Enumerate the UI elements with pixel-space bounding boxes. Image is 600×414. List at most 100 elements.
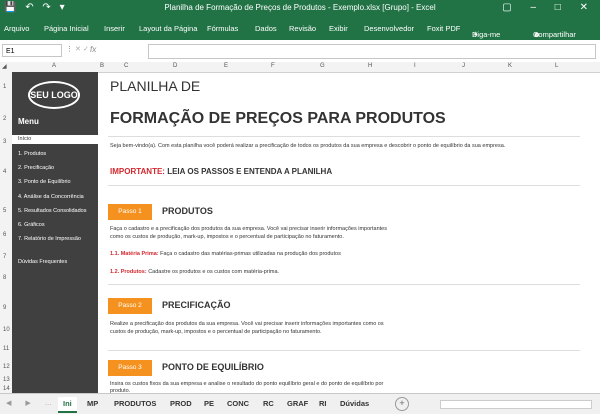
select-all-corner[interactable]: ◢ (2, 63, 7, 70)
column-header[interactable]: E (224, 63, 228, 69)
step-1-heading: PRODUTOS (162, 206, 213, 216)
sheet-tab-conc[interactable]: CONC (227, 397, 249, 411)
divider (108, 185, 580, 186)
step-1-sub-produtos: 1.2. Produtos: Cadastre os produtos e os… (110, 269, 280, 275)
column-header[interactable]: G (320, 63, 325, 69)
tab-layout-da-pagina[interactable]: Layout da Página (139, 24, 197, 33)
sheet-tab-graf[interactable]: GRAF (287, 397, 308, 411)
step-2-heading: PRECIFICAÇÃO (162, 300, 231, 310)
tab-revisao[interactable]: Revisão (289, 24, 316, 33)
divider (108, 284, 580, 285)
column-header[interactable]: A (52, 63, 56, 69)
sheet-tab-duvidas[interactable]: Dúvidas (340, 397, 369, 411)
horizontal-scrollbar[interactable] (440, 400, 592, 409)
row-header[interactable]: 1 (3, 84, 6, 90)
menu-item-duvidas-frequentes[interactable]: Dúvidas Frequentes (18, 259, 67, 265)
column-header[interactable]: K (508, 63, 512, 69)
column-header[interactable]: I (414, 63, 416, 69)
row-header[interactable]: 6 (3, 232, 6, 238)
row-header[interactable]: 7 (3, 254, 6, 260)
step-3-desc: Insira os custos fixos da sua empresa e … (110, 381, 384, 387)
column-header[interactable]: L (555, 63, 558, 69)
window-controls: ▢ – □ ✕ (502, 2, 596, 13)
company-logo: SEU LOGO (28, 81, 80, 109)
tab-desenvolvedor[interactable]: Desenvolvedor (364, 24, 414, 33)
enter-icon[interactable]: ✓ (83, 45, 89, 53)
column-header[interactable]: F (271, 63, 275, 69)
ribbon-tabs: Arquivo Página Inicial Inserir Layout da… (0, 18, 600, 40)
menu-title: Menu (18, 117, 39, 126)
menu-item-resultados-consolidados[interactable]: 5. Resultados Consolidados (18, 208, 87, 214)
column-header[interactable]: D (173, 63, 177, 69)
tab-arquivo[interactable]: Arquivo (4, 24, 29, 33)
formula-input[interactable] (148, 44, 596, 59)
tab-pagina-inicial[interactable]: Página Inicial (44, 24, 89, 33)
tab-inserir[interactable]: Inserir (104, 24, 125, 33)
row-header[interactable]: 12 (3, 364, 10, 370)
row-header[interactable]: 5 (3, 208, 6, 214)
name-box[interactable]: E1 (2, 44, 62, 57)
row-header[interactable]: 10 (3, 327, 10, 333)
row-header[interactable]: 8 (3, 275, 6, 281)
step-2-desc: Realize a precificação dos produtos da s… (110, 321, 384, 327)
menu-item-precificacao[interactable]: 2. Precificação (18, 165, 54, 171)
sheet-tab-produtos[interactable]: PRODUTOS (114, 397, 156, 411)
sheet-tab-rc[interactable]: RC (263, 397, 274, 411)
sheet-tabs-bar: ◀ ▶ … Ini MP PRODUTOS PROD PE CONC RC GR… (0, 393, 600, 414)
tab-foxit-pdf[interactable]: Foxit PDF (427, 24, 460, 33)
minimize-icon[interactable]: – (530, 2, 544, 13)
column-header[interactable]: C (124, 63, 128, 69)
step-3-heading: PONTO DE EQUILÍBRIO (162, 362, 264, 372)
welcome-text: Seja bem-vindo(a). Com esta planilha voc… (110, 143, 506, 149)
cancel-icon[interactable]: ✕ (75, 45, 81, 53)
step-3-badge: Passo 3 (108, 360, 152, 376)
sheet-tab-ini[interactable]: Ini (58, 397, 77, 413)
menu-item-analise-concorrencia[interactable]: 4. Análise da Concorrência (18, 194, 84, 200)
column-header[interactable]: B (100, 63, 104, 69)
page-title-line2: FORMAÇÃO DE PREÇOS PARA PRODUTOS (110, 110, 446, 127)
column-header[interactable]: H (368, 63, 372, 69)
row-header[interactable]: 14 (3, 386, 10, 392)
more-options-icon: ⋮ (66, 46, 73, 53)
close-icon[interactable]: ✕ (580, 2, 596, 13)
sheet-content: PLANILHA DE FORMAÇÃO DE PREÇOS PARA PROD… (98, 72, 600, 394)
row-header[interactable]: 11 (3, 346, 9, 352)
divider (108, 350, 580, 351)
insert-function-button[interactable]: fx (90, 45, 96, 54)
row-header[interactable]: 9 (3, 305, 6, 311)
row-header[interactable]: 2 (3, 116, 6, 122)
step-2-badge: Passo 2 (108, 298, 152, 314)
row-header[interactable]: 3 (3, 139, 6, 145)
step-1-badge: Passo 1 (108, 204, 152, 220)
row-header[interactable]: 13 (3, 377, 10, 383)
formula-bar: E1 ⋮ ✕ ✓ fx (0, 40, 600, 63)
menu-item-graficos[interactable]: 6. Gráficos (18, 222, 45, 228)
sheet-tab-prod[interactable]: PROD (170, 397, 192, 411)
important-heading: IMPORTANTE: LEIA OS PASSOS E ENTENDA A P… (110, 167, 332, 176)
sheet-tab-pe[interactable]: PE (204, 397, 214, 411)
menu-item-produtos[interactable]: 1. Produtos (18, 151, 46, 157)
tab-dados[interactable]: Dados (255, 24, 277, 33)
tab-formulas[interactable]: Fórmulas (207, 24, 238, 33)
step-1-sub-materia-prima: 1.1. Matéria Prima: Faça o cadastro das … (110, 251, 341, 257)
add-sheet-icon[interactable]: + (395, 397, 409, 411)
page-title-line1: PLANILHA DE (110, 78, 201, 94)
important-text: LEIA OS PASSOS E ENTENDA A PLANILHA (164, 167, 333, 176)
menu-item-ponto-equilibrio[interactable]: 3. Ponto de Equilíbrio (18, 179, 71, 185)
tab-exibir[interactable]: Exibir (329, 24, 348, 33)
title-bar: 💾 ↶ ↷ ▾ Planilha de Formação de Preços d… (0, 0, 600, 18)
step-2-desc: custos de produção, mark-up, impostos e … (110, 329, 322, 335)
step-1-desc: como os custos de produção, mark-up, imp… (110, 234, 344, 240)
maximize-icon[interactable]: □ (555, 2, 569, 13)
sheet-tab-mp[interactable]: MP (87, 397, 98, 411)
sheet-nav-arrows-icon[interactable]: ◀ ▶ … (6, 399, 58, 407)
sheet-tab-ri[interactable]: RI (319, 397, 327, 411)
column-header[interactable]: J (462, 63, 465, 69)
sidebar-menu: SEU LOGO Menu Início 1. Produtos 2. Prec… (12, 72, 98, 393)
ribbon-options-icon[interactable]: ▢ (502, 2, 519, 13)
menu-item-inicio[interactable]: Início (18, 136, 31, 142)
menu-item-relatorio-impressao[interactable]: 7. Relatório de Impressão (18, 236, 81, 242)
row-header[interactable]: 4 (3, 169, 6, 175)
step-1-desc: Faça o cadastro e a precificação dos pro… (110, 226, 387, 232)
divider (108, 136, 580, 137)
